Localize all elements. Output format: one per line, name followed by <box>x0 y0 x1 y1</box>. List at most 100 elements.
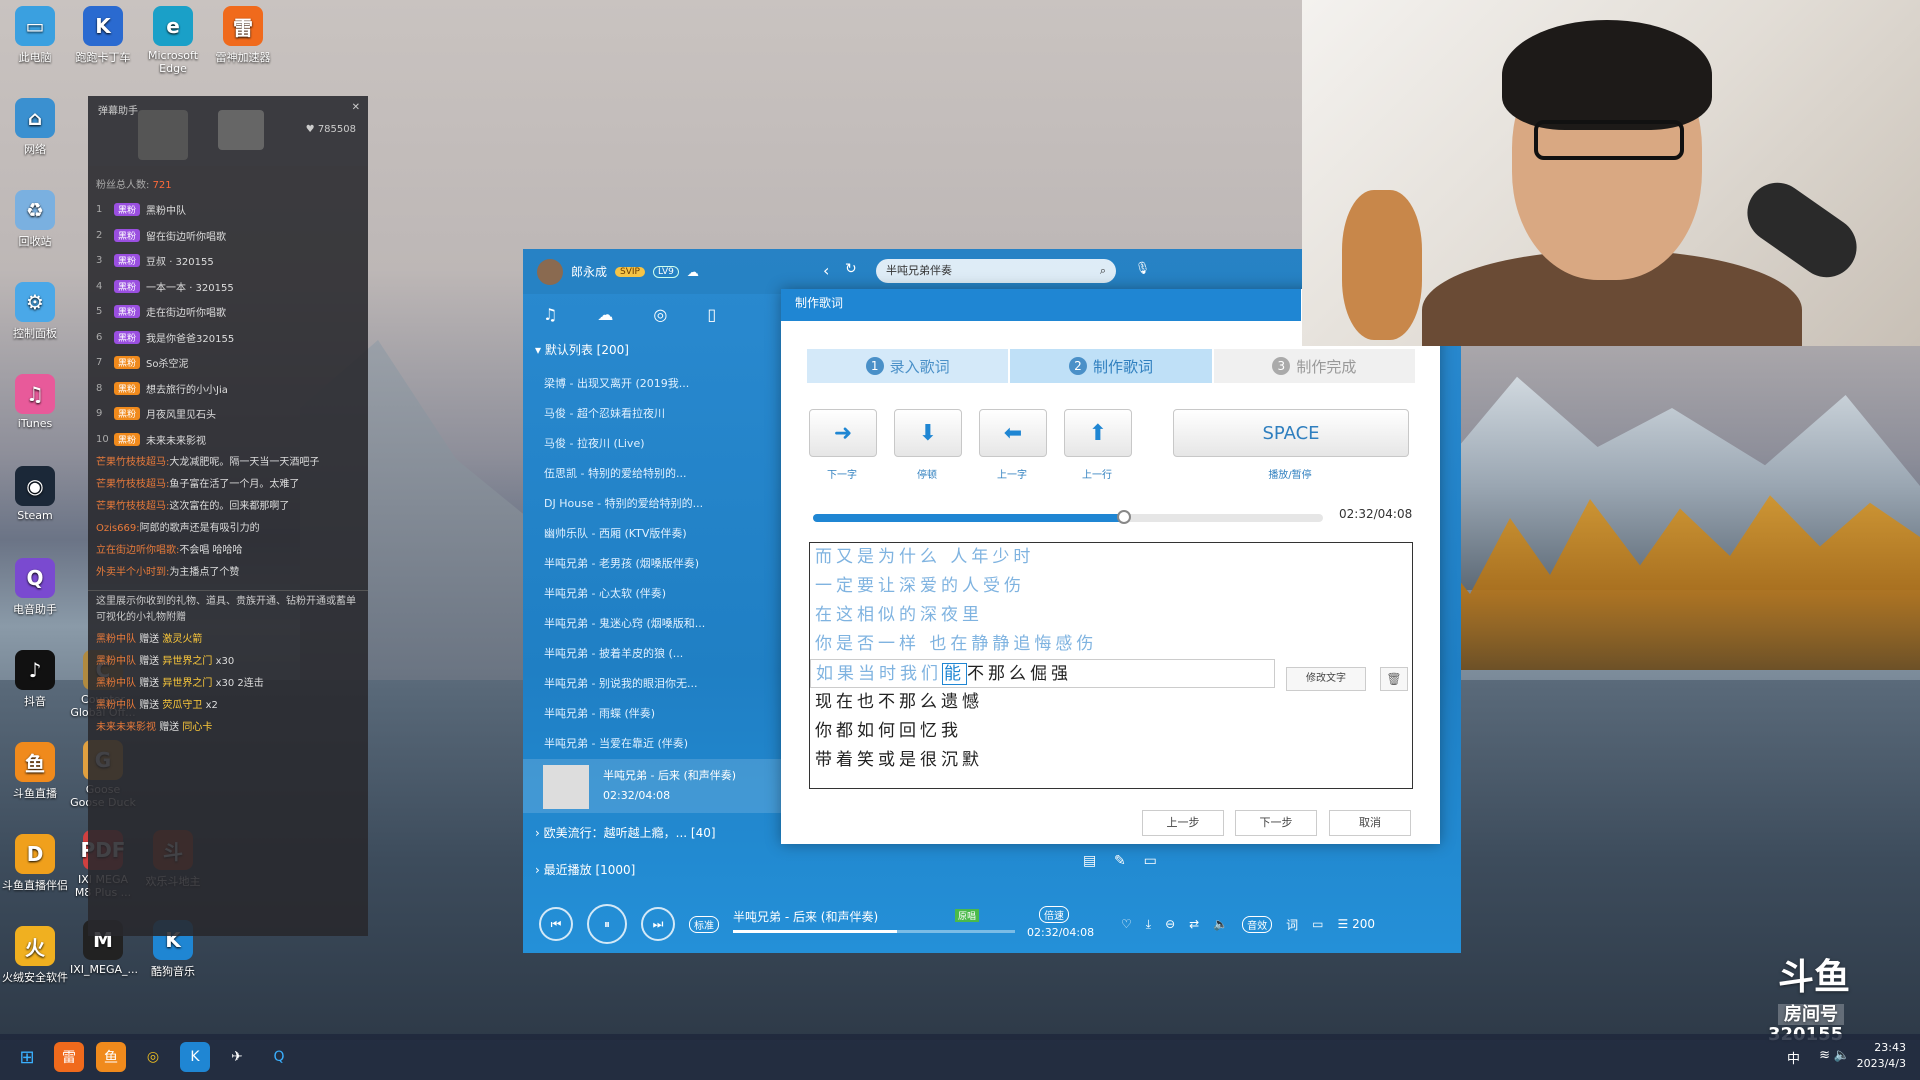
search-icon[interactable]: ⌕ <box>1100 259 1106 283</box>
volume-icon[interactable]: 🔈 <box>1213 917 1228 931</box>
cloud-icon[interactable]: ☁ <box>687 265 699 279</box>
edit-text-button[interactable]: 修改文字 <box>1286 667 1366 691</box>
refresh-icon[interactable]: ↻ <box>845 261 857 277</box>
search-input[interactable]: 半吨兄弟伴奏 ⌕ <box>876 259 1116 283</box>
speed-button[interactable]: 倍速 <box>1039 906 1069 923</box>
lyric-line-untimed[interactable]: 现在也不那么遗憾 <box>810 688 1412 717</box>
song-list-item[interactable]: 伍思凯 - 特别的爱给特别的... <box>523 459 783 489</box>
taskbar-app-icon[interactable]: ✈ <box>222 1042 252 1072</box>
song-list-item[interactable]: 半吨兄弟 - 老男孩 (烟嗓版伴奏) <box>523 549 783 579</box>
desktop-icon-a-3[interactable]: ⚙ 控制面板 <box>2 282 68 341</box>
lyric-line-timed[interactable]: 而又是为什么 人年少时 <box>810 543 1412 572</box>
lyric-progress-slider[interactable] <box>813 510 1323 524</box>
system-clock[interactable]: 23:43 2023/4/3 <box>1857 1040 1906 1072</box>
back-icon[interactable]: ‹ <box>823 261 829 280</box>
chat-icon[interactable]: ▭ <box>1312 917 1323 931</box>
desktop-icon-a-5[interactable]: ◉ Steam <box>2 466 68 522</box>
lyric-line-timed[interactable]: 一定要让深爱的人受伤 <box>810 572 1412 601</box>
lyric-line-timed[interactable]: 在这相似的深夜里 <box>810 601 1412 630</box>
desktop-app-icon: Q <box>15 558 55 598</box>
volume-icon[interactable]: 🔈 <box>1834 1048 1850 1063</box>
close-icon[interactable]: ✕ <box>352 102 360 113</box>
lyric-line-untimed[interactable]: 你都如何回忆我 <box>810 717 1412 746</box>
song-list-item[interactable]: DJ House - 特别的爱给特别的... <box>523 489 783 519</box>
taskbar-kugou-icon[interactable]: K <box>180 1042 210 1072</box>
desktop-icon-b-1[interactable]: e Microsoft Edge <box>140 6 206 75</box>
comment-icon[interactable]: ▭ <box>1144 853 1157 869</box>
desktop-icon-a-4[interactable]: ♫ iTunes <box>2 374 68 430</box>
arrow-left-icon[interactable]: ⬅ <box>979 409 1047 457</box>
playlist-count[interactable]: ☰ 200 <box>1338 917 1375 931</box>
repeat-icon[interactable]: ⇄ <box>1189 917 1199 931</box>
song-list-item[interactable]: 马俊 - 超个忍妹看拉夜川 <box>523 399 783 429</box>
chat-sender: 立在街边听你唱歌: <box>96 545 180 556</box>
lyric-line-untimed[interactable]: 带着笑或是很沉默 <box>810 746 1412 775</box>
song-list-item[interactable]: 半吨兄弟 - 当爱在靠近 (伴奏) <box>523 729 783 759</box>
taskbar-douyu-icon[interactable]: 鱼 <box>96 1042 126 1072</box>
desktop-icon-a-7[interactable]: ♪ 抖音 <box>2 650 68 709</box>
douyu-brand: 斗鱼 <box>1778 957 1851 998</box>
arrow-right-icon[interactable]: ➜ <box>809 409 877 457</box>
sound-effect-button[interactable]: 音效 <box>1242 915 1273 933</box>
song-list-item[interactable]: 半吨兄弟 - 心太软 (伴奏) <box>523 579 783 609</box>
song-list-item[interactable]: 马俊 - 拉夜川 (Live) <box>523 429 783 459</box>
taskbar-leishen-icon[interactable]: 雷 <box>54 1042 84 1072</box>
music-icon[interactable]: ♫ <box>543 305 557 324</box>
minus-icon[interactable]: ⊖ <box>1165 917 1175 931</box>
song-list-item[interactable]: 梁博 - 出现又离开 (2019我... <box>523 369 783 399</box>
list-icon[interactable]: ▤ <box>1083 853 1096 869</box>
desktop-icon-a-1[interactable]: ⌂ 网络 <box>2 98 68 157</box>
next-track-icon[interactable]: ⏭ <box>641 907 675 941</box>
playlist-header[interactable]: ▾ 默认列表 [200] <box>535 341 629 358</box>
playlist-group-euro[interactable]: › 欧美流行：越听越上瘾，... [40] <box>535 824 716 841</box>
desktop-icon-a-0[interactable]: ▭ 此电脑 <box>2 6 68 65</box>
ime-indicator[interactable]: 中 <box>1787 1048 1800 1067</box>
lyric-button[interactable]: 词 <box>1286 916 1298 933</box>
desktop-icon-a-10[interactable]: 火火绒安全软件 <box>2 926 68 985</box>
previous-track-icon[interactable]: ⏮ <box>539 907 573 941</box>
track-progress[interactable] <box>733 930 1015 933</box>
desktop-icon-a-6[interactable]: Q 电音助手 <box>2 558 68 617</box>
desktop-icon-b-0[interactable]: K 跑跑卡丁车 <box>70 6 136 65</box>
username[interactable]: 郎永成 <box>571 263 607 280</box>
song-list-item[interactable]: 半吨兄弟 - 别说我的眼泪你无... <box>523 669 783 699</box>
next-step-button[interactable]: 下一步 <box>1235 810 1317 836</box>
song-list-item[interactable]: 半吨兄弟 - 鬼迷心窍 (烟嗓版和... <box>523 609 783 639</box>
lyric-line-timed[interactable]: 你是否一样 也在静静追悔感伤 <box>810 630 1412 659</box>
taskbar-chrome-icon[interactable]: ◎ <box>138 1042 168 1072</box>
taskbar-search-app-icon[interactable]: Q <box>264 1042 294 1072</box>
device-icon[interactable]: ▯ <box>707 305 716 324</box>
trash-icon[interactable]: 🗑 <box>1380 667 1408 691</box>
desktop-icon-b-2[interactable]: 雷雷神加速器 <box>210 6 276 65</box>
current-lyric-line[interactable]: 如果当时我们能不那么倔强 <box>810 659 1275 688</box>
download-icon[interactable]: ⤓ <box>1146 917 1151 932</box>
desktop-icon-a-9[interactable]: D 斗鱼直播伴侣 <box>2 834 68 893</box>
wifi-icon[interactable]: ≋ <box>1819 1048 1830 1063</box>
playlist-group-recent[interactable]: › 最近播放 [1000] <box>535 861 635 878</box>
desktop-icon-a-8[interactable]: 鱼斗鱼直播 <box>2 742 68 801</box>
arrow-up-icon[interactable]: ⬆ <box>1064 409 1132 457</box>
pen-icon[interactable]: ✎ <box>1114 853 1126 869</box>
gift-notice: 这里展示你收到的礼物、道具、贵族开通、钻粉开通或蓄单可视化的小礼物附赠 <box>88 590 368 629</box>
song-list-item[interactable]: 半吨兄弟 - 披着羊皮的狼 (... <box>523 639 783 669</box>
now-playing-time: 02:32/04:08 <box>603 789 671 802</box>
avatar[interactable] <box>537 258 563 285</box>
microphone-icon[interactable]: 🎙 <box>1135 261 1150 275</box>
now-playing-item[interactable]: 半吨兄弟 - 后来 (和声伴奏) 02:32/04:08 <box>523 759 783 813</box>
song-list-item[interactable]: 幽帅乐队 - 西厢 (KTV版伴奏) <box>523 519 783 549</box>
cloud-icon[interactable]: ☁ <box>597 305 613 324</box>
song-list-item[interactable]: 半吨兄弟 - 雨蝶 (伴奏) <box>523 699 783 729</box>
space-button[interactable]: SPACE <box>1173 409 1409 457</box>
heart-icon[interactable]: ♡ <box>1121 917 1132 931</box>
quality-selector[interactable]: 标准 <box>689 915 719 933</box>
prev-step-button[interactable]: 上一步 <box>1142 810 1224 836</box>
cancel-button[interactable]: 取消 <box>1329 810 1411 836</box>
pause-icon[interactable]: ⏸ <box>587 904 627 944</box>
start-icon[interactable]: ⊞ <box>12 1042 42 1072</box>
lyric-progress-knob[interactable] <box>1117 510 1132 524</box>
rank-number: 5 <box>96 306 103 318</box>
fan-badge: 黑粉 <box>114 279 141 293</box>
desktop-icon-a-2[interactable]: ♻ 回收站 <box>2 190 68 249</box>
radio-icon[interactable]: ◎ <box>653 305 667 324</box>
arrow-down-icon[interactable]: ⬇ <box>894 409 962 457</box>
